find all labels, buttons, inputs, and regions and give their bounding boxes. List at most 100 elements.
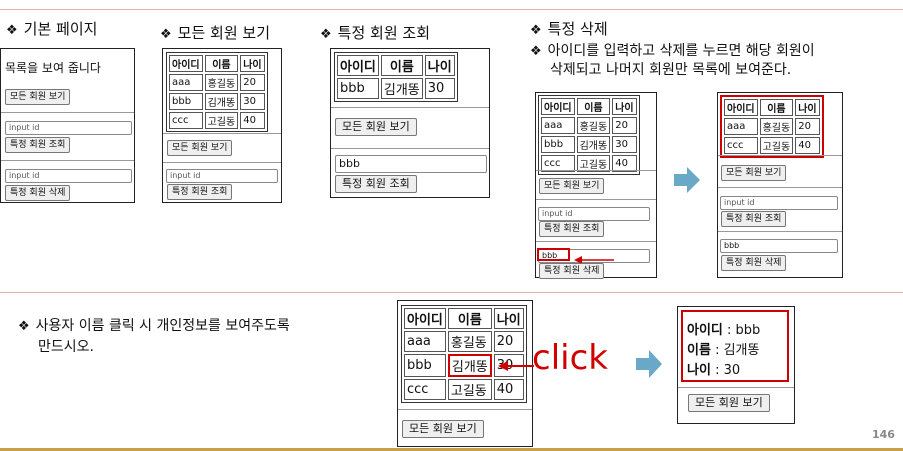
- detail-instruction: ❖ 사용자 이름 클릭 시 개인정보를 보여주도록 만드시오.: [18, 318, 290, 355]
- column-header: 아이디: [169, 55, 203, 72]
- cell-id: aaa: [541, 117, 575, 134]
- divider: [678, 387, 794, 388]
- bullet-icon: ❖: [160, 27, 172, 42]
- info-age-line: 나이 : 30: [687, 359, 740, 378]
- lookup-button[interactable]: 특정 회원 조회: [5, 137, 71, 153]
- info-name-label: 이름: [687, 343, 711, 358]
- table-row: ccc 고길동 40: [169, 112, 265, 129]
- cell-age: 20: [612, 117, 637, 134]
- cell-name[interactable]: 홍길동: [447, 331, 492, 352]
- divider: [718, 231, 842, 232]
- cell-name[interactable]: 김개똥: [380, 78, 423, 99]
- divider: [536, 199, 656, 200]
- column-header: 아이디: [541, 98, 575, 115]
- table-row: bbb 김개똥 30: [169, 93, 265, 110]
- cell-id: aaa: [404, 331, 446, 352]
- cell-id: aaa: [169, 74, 203, 91]
- cell-name-clicked[interactable]: 김개똥: [447, 354, 492, 377]
- cell-id: ccc: [724, 137, 758, 154]
- show-all-button[interactable]: 모든 회원 보기: [335, 118, 417, 136]
- lookup-button[interactable]: 특정 회원 조회: [539, 221, 605, 237]
- delete-before-panel: 아이디 이름 나이 aaa 홍길동 20 bbb 김개똥 30 ccc 고길동 …: [535, 92, 657, 279]
- member-table: 아이디 이름 나이 aaa 홍길동 20 bbb 김개똥 30 ccc 고길동 …: [401, 305, 527, 403]
- cell-id: bbb: [404, 354, 446, 377]
- red-arrow-icon: [574, 250, 614, 264]
- cell-name[interactable]: 김개똥: [576, 136, 611, 153]
- column-header: 나이: [424, 55, 455, 76]
- show-all-button[interactable]: 모든 회원 보기: [167, 140, 233, 156]
- lookup-id-input[interactable]: input id: [166, 169, 278, 183]
- divider: [331, 107, 489, 108]
- cell-name[interactable]: 김개똥: [204, 93, 239, 110]
- bullet-icon: ❖: [530, 23, 542, 38]
- cell-age: 20: [493, 331, 524, 352]
- divider: [398, 409, 532, 410]
- lookup-id-input[interactable]: input id: [5, 121, 132, 135]
- delete-button[interactable]: 특정 회원 삭제: [5, 185, 71, 201]
- column-header: 나이: [240, 55, 265, 72]
- show-all-button[interactable]: 모든 회원 보기: [5, 89, 71, 105]
- cell-name[interactable]: 고길동: [204, 112, 239, 129]
- info-age-label: 나이: [687, 363, 711, 378]
- divider: [331, 148, 489, 149]
- click-label: click: [532, 338, 608, 378]
- lookup-button[interactable]: 특정 회원 조회: [167, 184, 233, 200]
- table-row: bbb 김개똥 30: [541, 136, 637, 153]
- lookup-id-input[interactable]: input id: [538, 207, 650, 221]
- info-name-line: 이름 : 김개똥: [687, 339, 759, 358]
- page-subtitle: 목록을 보여 줍니다: [5, 61, 101, 75]
- lookup-button[interactable]: 특정 회원 조회: [721, 211, 787, 227]
- cell-name[interactable]: 홍길동: [576, 117, 611, 134]
- lookup-id-input[interactable]: bbb: [335, 155, 487, 173]
- table-header-row: 아이디 이름 나이: [169, 55, 265, 72]
- show-all-button[interactable]: 모든 회원 보기: [402, 420, 484, 438]
- divider: [1, 160, 134, 161]
- cell-age: 40: [240, 112, 265, 129]
- table-row: aaa 홍길동 20: [404, 331, 524, 352]
- show-all-button[interactable]: 모든 회원 보기: [688, 394, 770, 412]
- cell-id: ccc: [404, 379, 446, 400]
- delete-id-input[interactable]: input id: [5, 169, 132, 183]
- info-age-value: : 30: [715, 363, 741, 378]
- cell-id: aaa: [724, 118, 758, 135]
- column-header: 나이: [795, 99, 820, 116]
- cell-name[interactable]: 고길동: [759, 137, 794, 154]
- table-header-row: 아이디 이름 나이: [404, 308, 524, 329]
- divider: [718, 155, 842, 156]
- lookup-id-input[interactable]: input id: [720, 196, 838, 210]
- lookup-panel: 아이디 이름 나이 bbb 김개똥 30 모든 회원 보기 bbb 특정 회원 …: [330, 48, 490, 198]
- cell-name[interactable]: 홍길동: [759, 118, 794, 135]
- cell-id: bbb: [169, 93, 203, 110]
- table-header-row: 아이디 이름 나이: [724, 99, 820, 116]
- delete-button[interactable]: 특정 회원 삭제: [721, 255, 787, 271]
- delete-id-input[interactable]: bbb: [720, 239, 838, 253]
- table-row: bbb 김개똥 30: [337, 78, 455, 99]
- lookup-button[interactable]: 특정 회원 조회: [335, 175, 417, 193]
- info-id-value: : bbb: [727, 323, 761, 338]
- member-table: 아이디 이름 나이 bbb 김개똥 30: [334, 52, 458, 102]
- page-number: 146: [872, 428, 895, 441]
- show-all-button[interactable]: 모든 회원 보기: [721, 165, 787, 181]
- mid-rule: [0, 292, 903, 293]
- heading-view-all: ❖ 모든 회원 보기: [160, 24, 270, 42]
- detail-info-panel: 아이디 : bbb 이름 : 김개똥 나이 : 30 모든 회원 보기: [677, 306, 795, 424]
- cell-id: bbb: [337, 78, 379, 99]
- cell-name[interactable]: 홍길동: [204, 74, 239, 91]
- info-id-label: 아이디: [687, 323, 723, 338]
- cell-name[interactable]: 고길동: [447, 379, 492, 400]
- cell-age: 30: [240, 93, 265, 110]
- view-all-panel: 아이디 이름 나이 aaa 홍길동 20 bbb 김개똥 30 ccc 고길동 …: [162, 48, 282, 203]
- divider: [163, 162, 281, 163]
- cell-age: 20: [795, 118, 820, 135]
- delete-button[interactable]: 특정 회원 삭제: [539, 263, 605, 279]
- table-row: ccc 고길동 40: [404, 379, 524, 400]
- cell-age: 20: [240, 74, 265, 91]
- heading-lookup: ❖ 특정 회원 조회: [320, 24, 430, 42]
- right-arrow-icon: [636, 350, 662, 382]
- bullet-icon: ❖: [530, 44, 542, 59]
- column-header: 아이디: [337, 55, 379, 76]
- delete-description: ❖ 아이디를 입력하고 삭제를 누르면 해당 회원이 삭제되고 나머지 회원만 목…: [530, 43, 815, 78]
- show-all-button[interactable]: 모든 회원 보기: [539, 178, 605, 194]
- column-header: 이름: [204, 55, 239, 72]
- bullet-icon: ❖: [320, 27, 332, 42]
